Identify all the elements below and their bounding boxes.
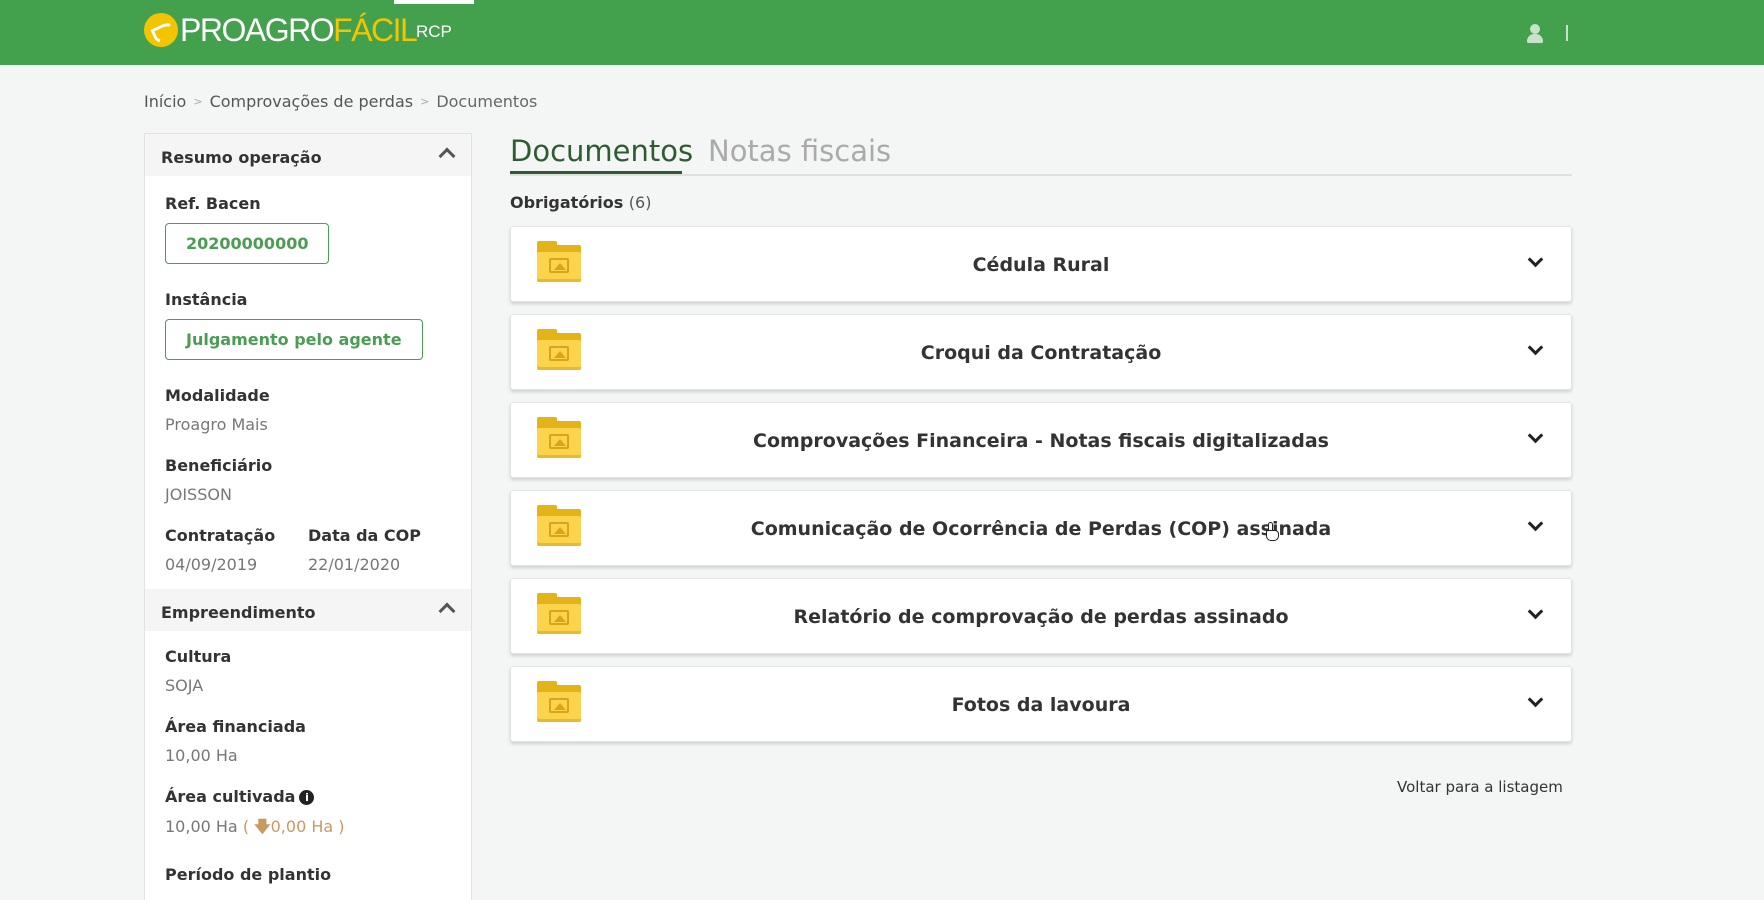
beneficiario-value: JOISSON <box>165 485 232 504</box>
ref-bacen-field: Ref. Bacen 20200000000 <box>145 194 471 264</box>
breadcrumb-separator: > <box>420 95 430 108</box>
area-cultivada-field: Área cultivada i 10,00 Ha ( 🡇0,00 Ha ) <box>145 787 471 843</box>
chevron-up-icon[interactable] <box>438 602 456 620</box>
beneficiario-field: Beneficiário JOISSON <box>145 456 471 504</box>
tab-notas-fiscais[interactable]: Notas fiscais <box>708 134 891 168</box>
document-title: Croqui da Contratação <box>920 342 1162 364</box>
obrigatorios-label: Obrigatórios <box>510 193 624 212</box>
logo-text-primary: PROAGRO <box>180 11 335 48</box>
leaf-logo-icon <box>144 13 178 47</box>
beneficiario-label: Beneficiário <box>165 456 273 475</box>
contratacao-label: Contratação <box>165 526 276 545</box>
dates-row: Contratação 04/09/2019 Data da COP 22/01… <box>145 526 471 574</box>
periodo-plantio-label: Período de plantio <box>165 865 332 884</box>
resumo-operacao-title: Resumo operação <box>161 148 322 167</box>
document-tabs: Documentos Notas fiscais <box>510 134 1572 176</box>
ref-bacen-label: Ref. Bacen <box>165 194 261 213</box>
cultura-value: SOJA <box>165 676 204 695</box>
area-cultivada-value: 10,00 Ha <box>165 817 238 836</box>
header-divider <box>1566 25 1568 41</box>
data-cop-value: 22/01/2020 <box>308 555 401 574</box>
obrigatorios-count: (6) <box>628 193 652 212</box>
area-cultivada-value-row: 10,00 Ha ( 🡇0,00 Ha ) <box>165 816 451 843</box>
user-icon[interactable] <box>1526 24 1544 44</box>
area-financiada-label: Área financiada <box>165 717 306 736</box>
breadcrumb-separator: > <box>193 95 203 108</box>
contratacao-field: Contratação 04/09/2019 <box>165 526 308 574</box>
nav-item-rcp[interactable]: RCP <box>416 22 452 42</box>
hand-pointer-icon <box>1264 522 1280 542</box>
logo-text-accent: FÁCIL <box>333 11 418 48</box>
breadcrumb-documentos: Documentos <box>436 92 538 111</box>
tab-documentos[interactable]: Documentos <box>510 134 693 174</box>
breadcrumb-inicio[interactable]: Início <box>144 92 186 111</box>
document-title: Fotos da lavoura <box>951 694 1131 716</box>
area-cultivada-diff: ( 🡇0,00 Ha ) <box>242 817 345 836</box>
document-title: Relatório de comprovação de perdas assin… <box>793 606 1289 628</box>
breadcrumb: Início > Comprovações de perdas > Docume… <box>144 92 537 111</box>
contratacao-value: 04/09/2019 <box>165 555 258 574</box>
breadcrumb-comprovacoes[interactable]: Comprovações de perdas <box>210 92 414 111</box>
document-item[interactable]: Comprovações Financeira - Notas fiscais … <box>510 402 1572 478</box>
document-item[interactable]: Relatório de comprovação de perdas assin… <box>510 578 1572 654</box>
instancia-label: Instância <box>165 290 248 309</box>
nav-active-indicator <box>394 0 474 4</box>
arrow-down-icon: 🡇 <box>254 817 271 836</box>
instancia-field: Instância Julgamento pelo agente <box>145 290 471 360</box>
area-cultivada-label: Área cultivada <box>165 787 296 806</box>
instancia-badge: Julgamento pelo agente <box>165 319 423 360</box>
empreendimento-header[interactable]: Empreendimento <box>145 589 471 631</box>
app-logo[interactable]: PROAGRO FÁCIL <box>144 10 418 50</box>
periodo-plantio-field: Período de plantio <box>145 865 471 884</box>
document-list: Cédula Rural Croqui da Contratação Compr… <box>510 226 1572 754</box>
resumo-operacao-header[interactable]: Resumo operação <box>145 134 471 176</box>
obrigatorios-heading: Obrigatórios (6) <box>510 193 651 212</box>
data-cop-field: Data da COP 22/01/2020 <box>308 526 451 574</box>
data-cop-label: Data da COP <box>308 526 421 545</box>
document-item[interactable]: Croqui da Contratação <box>510 314 1572 390</box>
back-to-list-link[interactable]: Voltar para a listagem <box>1397 778 1563 796</box>
document-title: Cédula Rural <box>972 254 1110 276</box>
area-cultivada-label-row: Área cultivada i <box>165 787 451 806</box>
modalidade-field: Modalidade Proagro Mais <box>145 386 471 434</box>
cultura-field: Cultura SOJA <box>145 647 471 695</box>
ref-bacen-badge: 20200000000 <box>165 223 330 264</box>
area-financiada-value: 10,00 Ha <box>165 746 238 765</box>
document-item[interactable]: Cédula Rural <box>510 226 1572 302</box>
empreendimento-title: Empreendimento <box>161 603 316 622</box>
chevron-up-icon[interactable] <box>438 147 456 165</box>
top-navbar: PROAGRO FÁCIL RCP <box>0 0 1764 65</box>
document-title: Comprovações Financeira - Notas fiscais … <box>753 430 1329 452</box>
sidebar: Resumo operação Ref. Bacen 20200000000 I… <box>144 133 472 900</box>
modalidade-label: Modalidade <box>165 386 270 405</box>
area-financiada-field: Área financiada 10,00 Ha <box>145 717 471 765</box>
document-item[interactable]: Fotos da lavoura <box>510 666 1572 742</box>
modalidade-value: Proagro Mais <box>165 415 268 434</box>
info-icon[interactable]: i <box>299 790 315 805</box>
cultura-label: Cultura <box>165 647 232 666</box>
document-item[interactable]: Comunicação de Ocorrência de Perdas (COP… <box>510 490 1572 566</box>
document-title: Comunicação de Ocorrência de Perdas (COP… <box>750 518 1332 540</box>
